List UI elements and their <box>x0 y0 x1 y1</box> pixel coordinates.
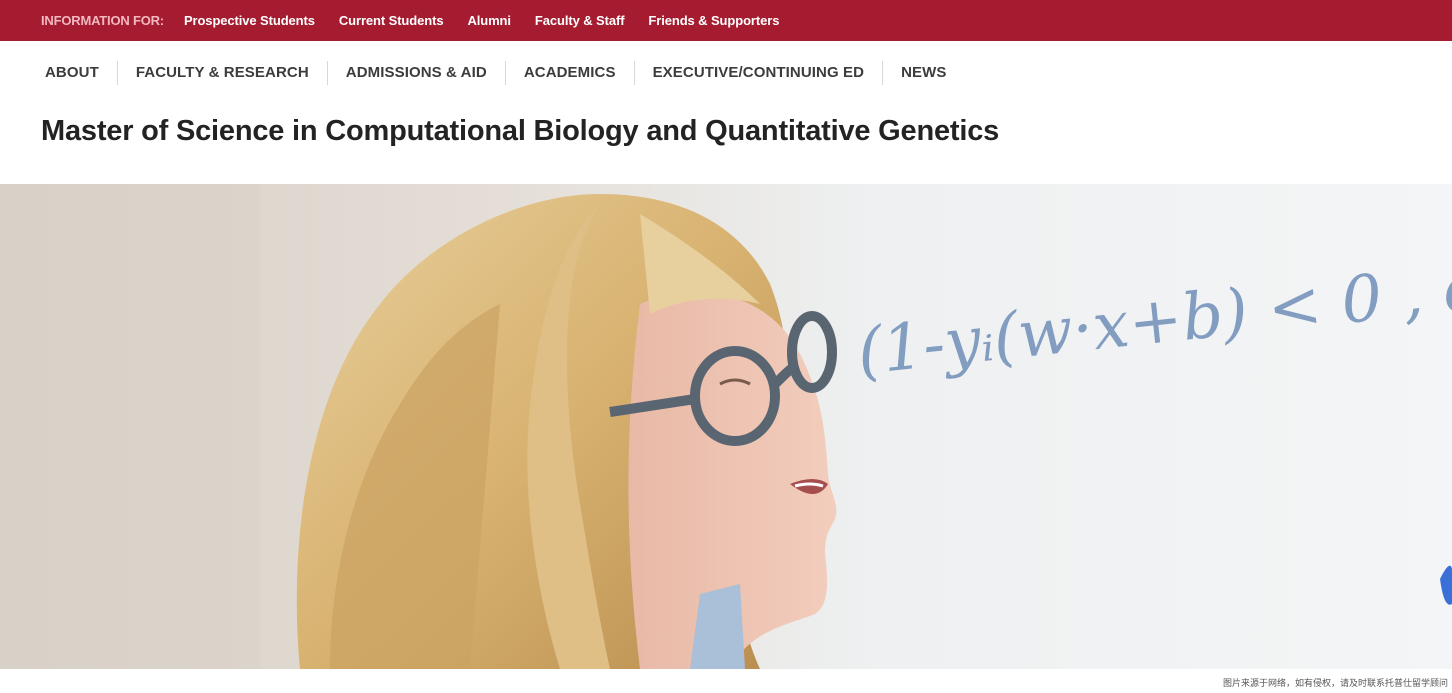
audience-bar: INFORMATION FOR: Prospective Students Cu… <box>0 0 1452 41</box>
nav-item-academics[interactable]: ACADEMICS <box>506 61 634 85</box>
audience-link-prospective-students[interactable]: Prospective Students <box>184 13 315 28</box>
nav-item-about[interactable]: ABOUT <box>27 61 117 85</box>
main-nav: ABOUT FACULTY & RESEARCH ADMISSIONS & AI… <box>27 41 964 105</box>
nav-item-admissions-aid[interactable]: ADMISSIONS & AID <box>328 61 505 85</box>
audience-link-friends-supporters[interactable]: Friends & Supporters <box>648 13 779 28</box>
nav-item-faculty-research[interactable]: FACULTY & RESEARCH <box>118 61 327 85</box>
audience-link-current-students[interactable]: Current Students <box>339 13 444 28</box>
audience-label: INFORMATION FOR: <box>41 13 164 28</box>
hero-image: (1-yᵢ(w·x+b) < 0 , else <box>0 184 1452 669</box>
audience-link-faculty-staff[interactable]: Faculty & Staff <box>535 13 625 28</box>
nav-item-news[interactable]: NEWS <box>883 61 964 85</box>
audience-link-alumni[interactable]: Alumni <box>467 13 511 28</box>
image-source-caption: 图片来源于网络，如有侵权，请及时联系托普仕留学顾问 <box>1222 679 1448 689</box>
page-title: Master of Science in Computational Biolo… <box>41 115 1000 147</box>
nav-item-executive-continuing-ed[interactable]: EXECUTIVE/CONTINUING ED <box>635 61 883 85</box>
